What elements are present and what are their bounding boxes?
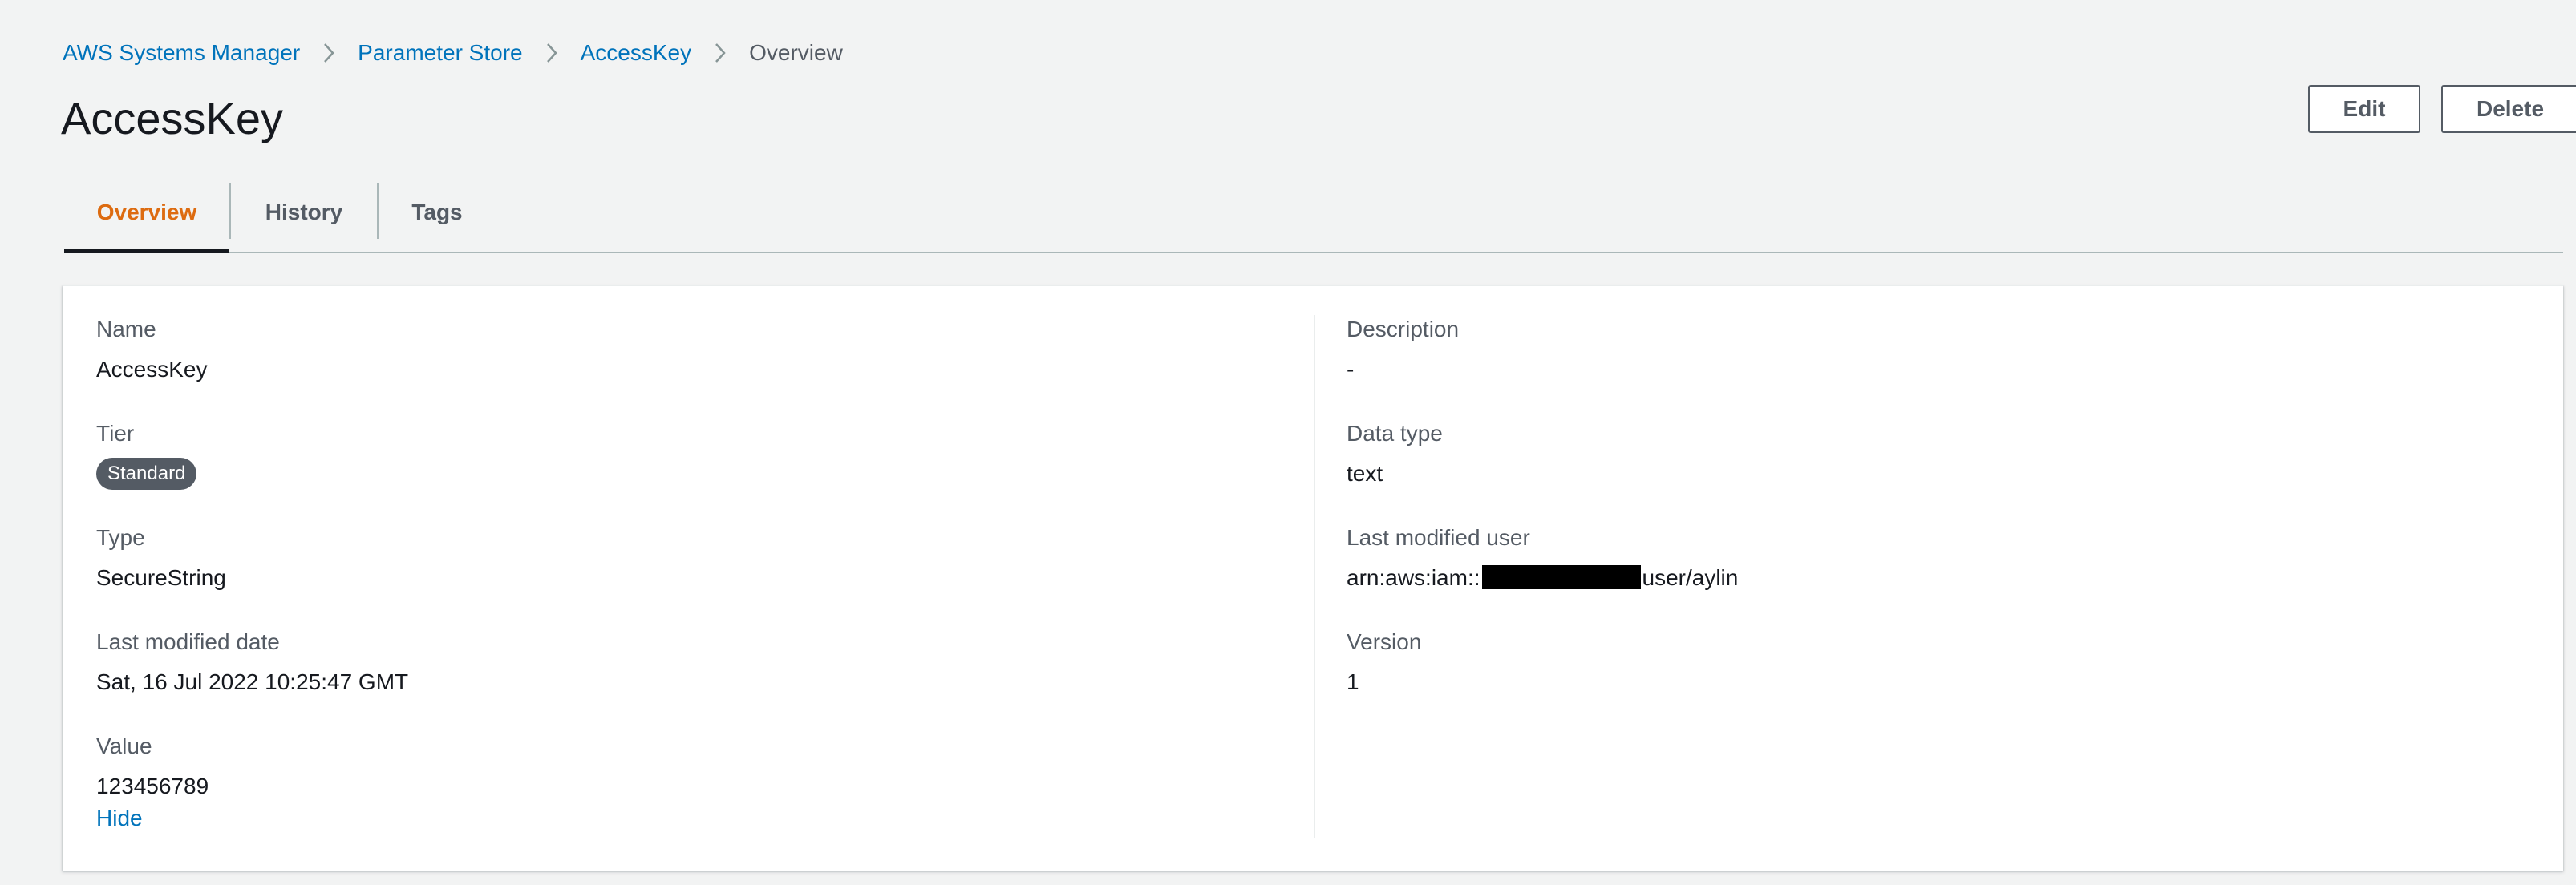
chevron-right-icon bbox=[300, 37, 358, 69]
last-modified-user-field: Last modified user arn:aws:iam:: user/ayl… bbox=[1347, 522, 2525, 626]
details-left-column: Name AccessKey Tier Standard Type Secure… bbox=[96, 313, 1275, 834]
type-field: Type SecureString bbox=[96, 522, 1275, 626]
version-value: 1 bbox=[1347, 669, 1359, 694]
data-type-value: text bbox=[1347, 461, 1383, 486]
user-arn-suffix: user/aylin bbox=[1642, 565, 1739, 590]
last-modified-date-value: Sat, 16 Jul 2022 10:25:47 GMT bbox=[96, 669, 409, 694]
name-label: Name bbox=[96, 317, 156, 341]
tab-history[interactable]: History bbox=[231, 173, 377, 252]
tier-badge: Standard bbox=[96, 458, 197, 490]
chevron-right-icon bbox=[691, 37, 749, 69]
page-title: AccessKey bbox=[61, 93, 283, 143]
description-label: Description bbox=[1347, 317, 1460, 341]
details-right-column: Description - Data type text Last modifi… bbox=[1347, 313, 2525, 730]
breadcrumb-parameter-store[interactable]: Parameter Store bbox=[358, 37, 522, 69]
header-actions: Edit Delete bbox=[2308, 85, 2576, 133]
delete-button[interactable]: Delete bbox=[2441, 85, 2576, 133]
user-arn-prefix: arn:aws:iam:: bbox=[1347, 565, 1480, 590]
breadcrumb-accesskey[interactable]: AccessKey bbox=[581, 37, 692, 69]
edit-button[interactable]: Edit bbox=[2308, 85, 2420, 133]
chevron-right-icon bbox=[523, 37, 581, 69]
name-value: AccessKey bbox=[96, 357, 208, 382]
last-modified-date-field: Last modified date Sat, 16 Jul 2022 10:2… bbox=[96, 626, 1275, 730]
last-modified-user-label: Last modified user bbox=[1347, 525, 1530, 550]
column-divider bbox=[1314, 315, 1315, 838]
tab-tags[interactable]: Tags bbox=[379, 173, 496, 252]
parameter-details-panel: Name AccessKey Tier Standard Type Secure… bbox=[63, 285, 2563, 871]
version-field: Version 1 bbox=[1347, 626, 2525, 730]
type-value: SecureString bbox=[96, 565, 226, 590]
value-field: Value 123456789 Hide bbox=[96, 730, 1275, 834]
name-field: Name AccessKey bbox=[96, 313, 1275, 418]
data-type-label: Data type bbox=[1347, 421, 1443, 446]
version-label: Version bbox=[1347, 629, 1422, 654]
last-modified-user-value: arn:aws:iam:: user/aylin bbox=[1347, 562, 2525, 594]
breadcrumb: AWS Systems Manager Parameter Store Acce… bbox=[63, 37, 843, 69]
data-type-field: Data type text bbox=[1347, 418, 2525, 522]
last-modified-date-label: Last modified date bbox=[96, 629, 280, 654]
tab-bar: Overview History Tags bbox=[64, 173, 2563, 253]
description-value: - bbox=[1347, 357, 1355, 382]
breadcrumb-current: Overview bbox=[749, 40, 843, 65]
hide-value-link[interactable]: Hide bbox=[96, 802, 1275, 834]
breadcrumb-systems-manager[interactable]: AWS Systems Manager bbox=[63, 37, 300, 69]
value-label: Value bbox=[96, 733, 152, 758]
tier-field: Tier Standard bbox=[96, 418, 1275, 522]
type-label: Type bbox=[96, 525, 145, 550]
tab-overview[interactable]: Overview bbox=[64, 173, 229, 253]
redacted-account-id bbox=[1481, 565, 1641, 589]
value-value: 123456789 bbox=[96, 774, 209, 798]
description-field: Description - bbox=[1347, 313, 2525, 418]
tier-label: Tier bbox=[96, 421, 135, 446]
